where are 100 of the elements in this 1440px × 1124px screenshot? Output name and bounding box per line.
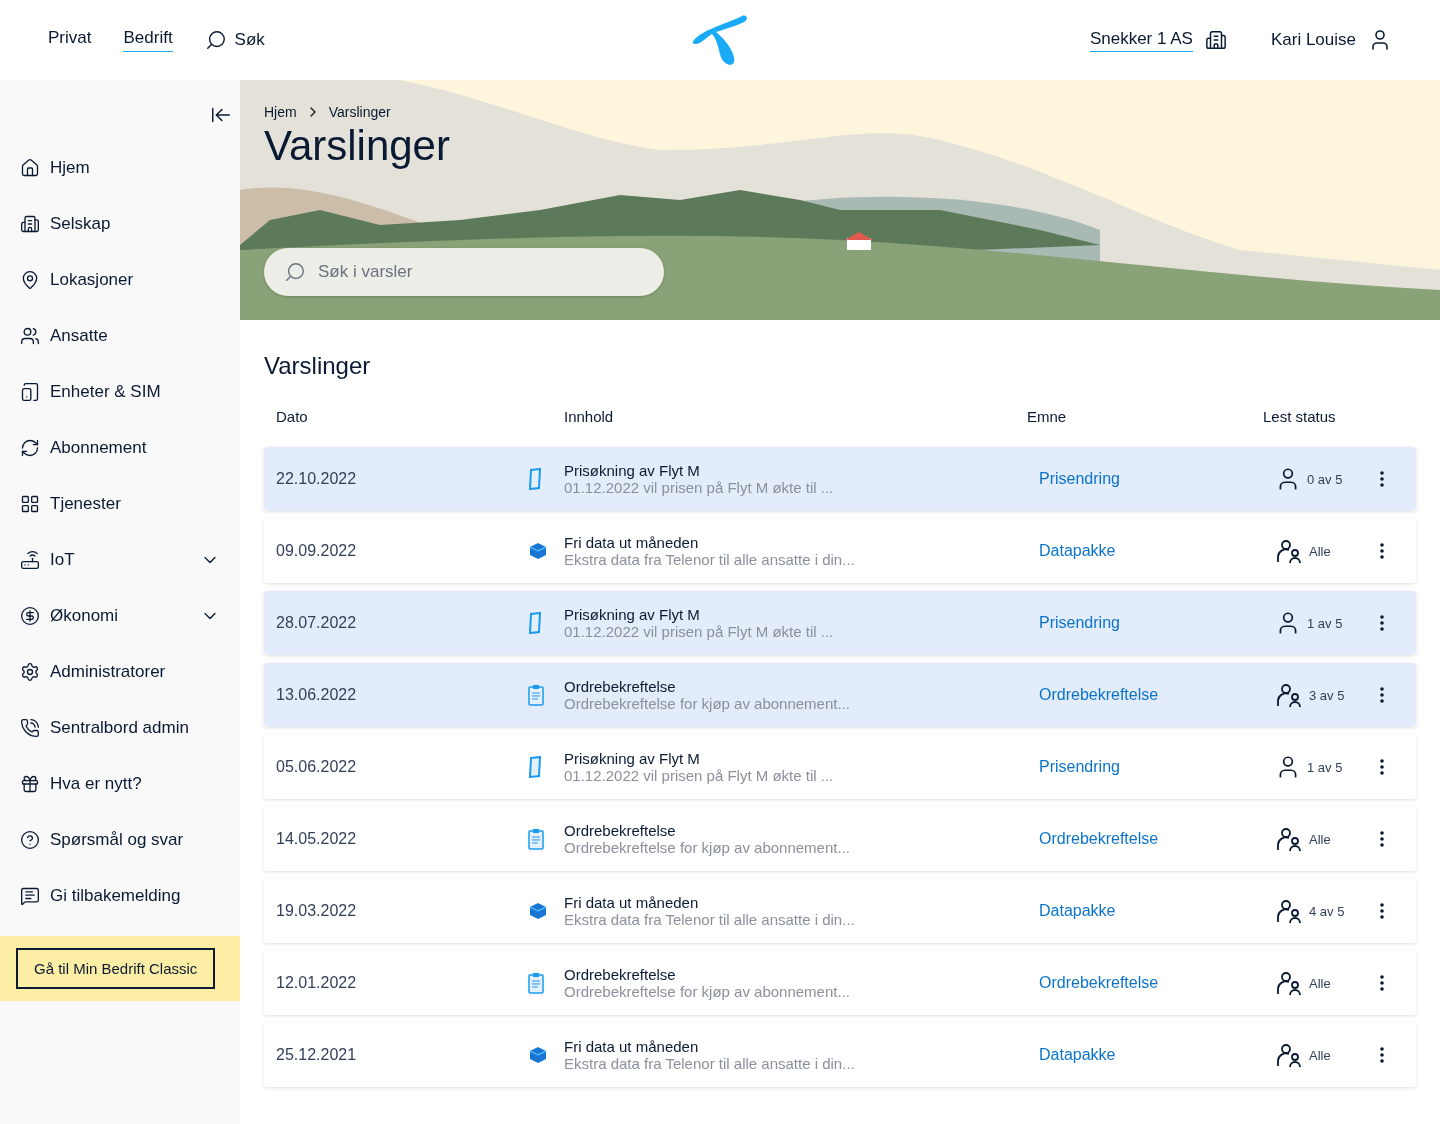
notification-row[interactable]: 09.09.2022 Fri data ut måneden Ekstra data fra Telenor til alle ansatte i din... Datapakke Alle: [264, 519, 1416, 583]
notification-title: Prisøkning av Flyt M: [564, 750, 701, 767]
read-status: Alle: [1309, 831, 1331, 847]
sidebar-item[interactable]: Abonnement: [0, 420, 240, 476]
sidebar-item[interactable]: Sentralbord admin: [0, 700, 240, 756]
sidebar-item[interactable]: Administratorer: [0, 644, 240, 700]
topic-link[interactable]: Prisendring: [1039, 758, 1120, 776]
date-cell-text: 13.06.2022: [276, 686, 358, 704]
notification-title: Prisøkning av Flyt M: [564, 462, 701, 479]
sidebar-item[interactable]: Enheter & SIM: [0, 364, 240, 420]
help-icon: [20, 830, 40, 850]
section-title: Varslinger: [264, 352, 372, 380]
notification-row[interactable]: 05.06.2022 Prisøkning av Flyt M 01.12.2022 vil prisen på Flyt M økte til ... Prisendring 1 av 5: [264, 735, 1416, 799]
search-input[interactable]: Søk i varsler: [316, 261, 644, 283]
notification-preview: 01.12.2022 vil prisen på Flyt M økte til ...: [564, 623, 835, 640]
notification-title: Ordrebekreftelse: [564, 822, 677, 839]
more-vertical-icon: [1380, 687, 1384, 703]
devices-icon: [20, 382, 40, 402]
page-title: Varslinger: [264, 122, 451, 170]
topic-link[interactable]: Datapakke: [1039, 902, 1116, 920]
more-vertical-icon: [1380, 543, 1384, 559]
grid-icon: [20, 494, 40, 514]
clipboard-icon: [528, 684, 544, 706]
sidebar-item[interactable]: Hjem: [0, 140, 240, 196]
phone-icon: [528, 612, 542, 634]
sidebar-item[interactable]: Økonomi: [0, 588, 240, 644]
notification-row[interactable]: 12.01.2022 Ordrebekreftelse Ordrebekreftelse for kjøp av abonnement... Ordrebekreftelse Alle: [264, 951, 1416, 1015]
nav-link[interactable]: Privat: [48, 28, 92, 52]
building-icon: [1204, 29, 1227, 51]
settings-icon: [20, 662, 40, 682]
logo-icon[interactable]: [692, 14, 748, 66]
notification-row[interactable]: 28.07.2022 Prisøkning av Flyt M 01.12.2022 vil prisen på Flyt M økte til ... Prisendring 1 av 5: [264, 591, 1416, 655]
search-link[interactable]: Søk: [204, 29, 265, 51]
notification-title: Fri data ut måneden: [564, 894, 700, 911]
sidebar-item[interactable]: IoT: [0, 532, 240, 588]
refresh-icon: [20, 438, 40, 458]
more-vertical-icon: [1380, 903, 1384, 919]
topic-link[interactable]: Ordrebekreftelse: [1039, 974, 1159, 992]
column-header: Dato: [276, 408, 309, 425]
read-status: 0 av 5: [1307, 471, 1343, 487]
people-icon: [1275, 538, 1303, 564]
classic-button[interactable]: Gå til Min Bedrift Classic: [16, 948, 216, 989]
topic-link[interactable]: Datapakke: [1039, 542, 1116, 560]
sidebar-item[interactable]: Gi tilbakemelding: [0, 868, 240, 924]
date-cell-text: 12.01.2022: [276, 974, 358, 992]
sidebar-item[interactable]: Tjenester: [0, 476, 240, 532]
data-cube-icon: [528, 902, 548, 920]
more-vertical-icon: [1380, 831, 1384, 847]
date-cell-text: 22.10.2022: [276, 470, 358, 488]
date-cell-text: 28.07.2022: [276, 614, 358, 632]
people-icon: [1275, 1042, 1303, 1068]
phone-icon: [20, 718, 40, 738]
notification-row[interactable]: 25.12.2021 Fri data ut måneden Ekstra data fra Telenor til alle ansatte i din... Datapakke Alle: [264, 1023, 1416, 1087]
date-cell-text: 09.09.2022: [276, 542, 358, 560]
more-vertical-icon: [1380, 615, 1384, 631]
search-icon: [284, 261, 306, 283]
notification-preview: Ekstra data fra Telenor til alle ansatte i din...: [564, 911, 856, 928]
notification-title: Prisøkning av Flyt M: [564, 606, 701, 623]
notification-row[interactable]: 22.10.2022 Prisøkning av Flyt M 01.12.2022 vil prisen på Flyt M økte til ... Prisendring 0 av 5: [264, 447, 1416, 511]
people-icon: [1275, 826, 1303, 852]
sidebar-item[interactable]: Selskap: [0, 196, 240, 252]
coin-icon: [20, 606, 40, 626]
sidebar-item[interactable]: Spørsmål og svar: [0, 812, 240, 868]
notification-row[interactable]: 13.06.2022 Ordrebekreftelse Ordrebekreftelse for kjøp av abonnement... Ordrebekreftelse 3 av 5: [264, 663, 1416, 727]
more-vertical-icon: [1380, 759, 1384, 775]
breadcrumb-link[interactable]: Hjem: [264, 104, 297, 120]
read-status: 1 av 5: [1307, 759, 1343, 775]
home-icon: [20, 158, 40, 178]
user-link[interactable]: Kari Louise: [1270, 28, 1392, 52]
company-link[interactable]: Snekker 1 AS: [1089, 28, 1227, 52]
notification-preview: Ordrebekreftelse for kjøp av abonnement...: [564, 695, 851, 712]
nav-link[interactable]: Bedrift: [123, 28, 173, 52]
data-cube-icon: [528, 542, 548, 560]
topic-link[interactable]: Datapakke: [1039, 1046, 1116, 1064]
date-cell-text: 14.05.2022: [276, 830, 358, 848]
sidebar-item[interactable]: Ansatte: [0, 308, 240, 364]
date-cell-text: 19.03.2022: [276, 902, 358, 920]
topic-link[interactable]: Prisendring: [1039, 614, 1120, 632]
clipboard-icon: [528, 828, 544, 850]
topic-link[interactable]: Ordrebekreftelse: [1039, 830, 1159, 848]
topic-link[interactable]: Prisendring: [1039, 470, 1120, 488]
data-cube-icon: [528, 1046, 548, 1064]
people-icon: [20, 326, 40, 346]
read-status: Alle: [1309, 975, 1331, 991]
gift-icon: [20, 774, 40, 794]
notification-row[interactable]: 14.05.2022 Ordrebekreftelse Ordrebekreftelse for kjøp av abonnement... Ordrebekreftelse Alle: [264, 807, 1416, 871]
notification-preview: 01.12.2022 vil prisen på Flyt M økte til ...: [564, 479, 835, 496]
search-field[interactable]: Søk i varsler: [264, 248, 664, 296]
more-vertical-icon: [1380, 1047, 1384, 1063]
topic-link[interactable]: Ordrebekreftelse: [1039, 686, 1159, 704]
column-header: Lest status: [1263, 408, 1337, 425]
sidebar-item[interactable]: Lokasjoner: [0, 252, 240, 308]
more-vertical-icon: [1380, 471, 1384, 487]
notification-preview: Ekstra data fra Telenor til alle ansatte i din...: [564, 1055, 856, 1072]
phone-icon: [528, 468, 542, 490]
notification-row[interactable]: 19.03.2022 Fri data ut måneden Ekstra data fra Telenor til alle ansatte i din... Datapakke 4 av 5: [264, 879, 1416, 943]
read-status: 4 av 5: [1309, 903, 1345, 919]
notification-preview: Ordrebekreftelse for kjøp av abonnement...: [564, 839, 851, 856]
sidebar-item[interactable]: Hva er nytt?: [0, 756, 240, 812]
people-icon: [1275, 970, 1303, 996]
